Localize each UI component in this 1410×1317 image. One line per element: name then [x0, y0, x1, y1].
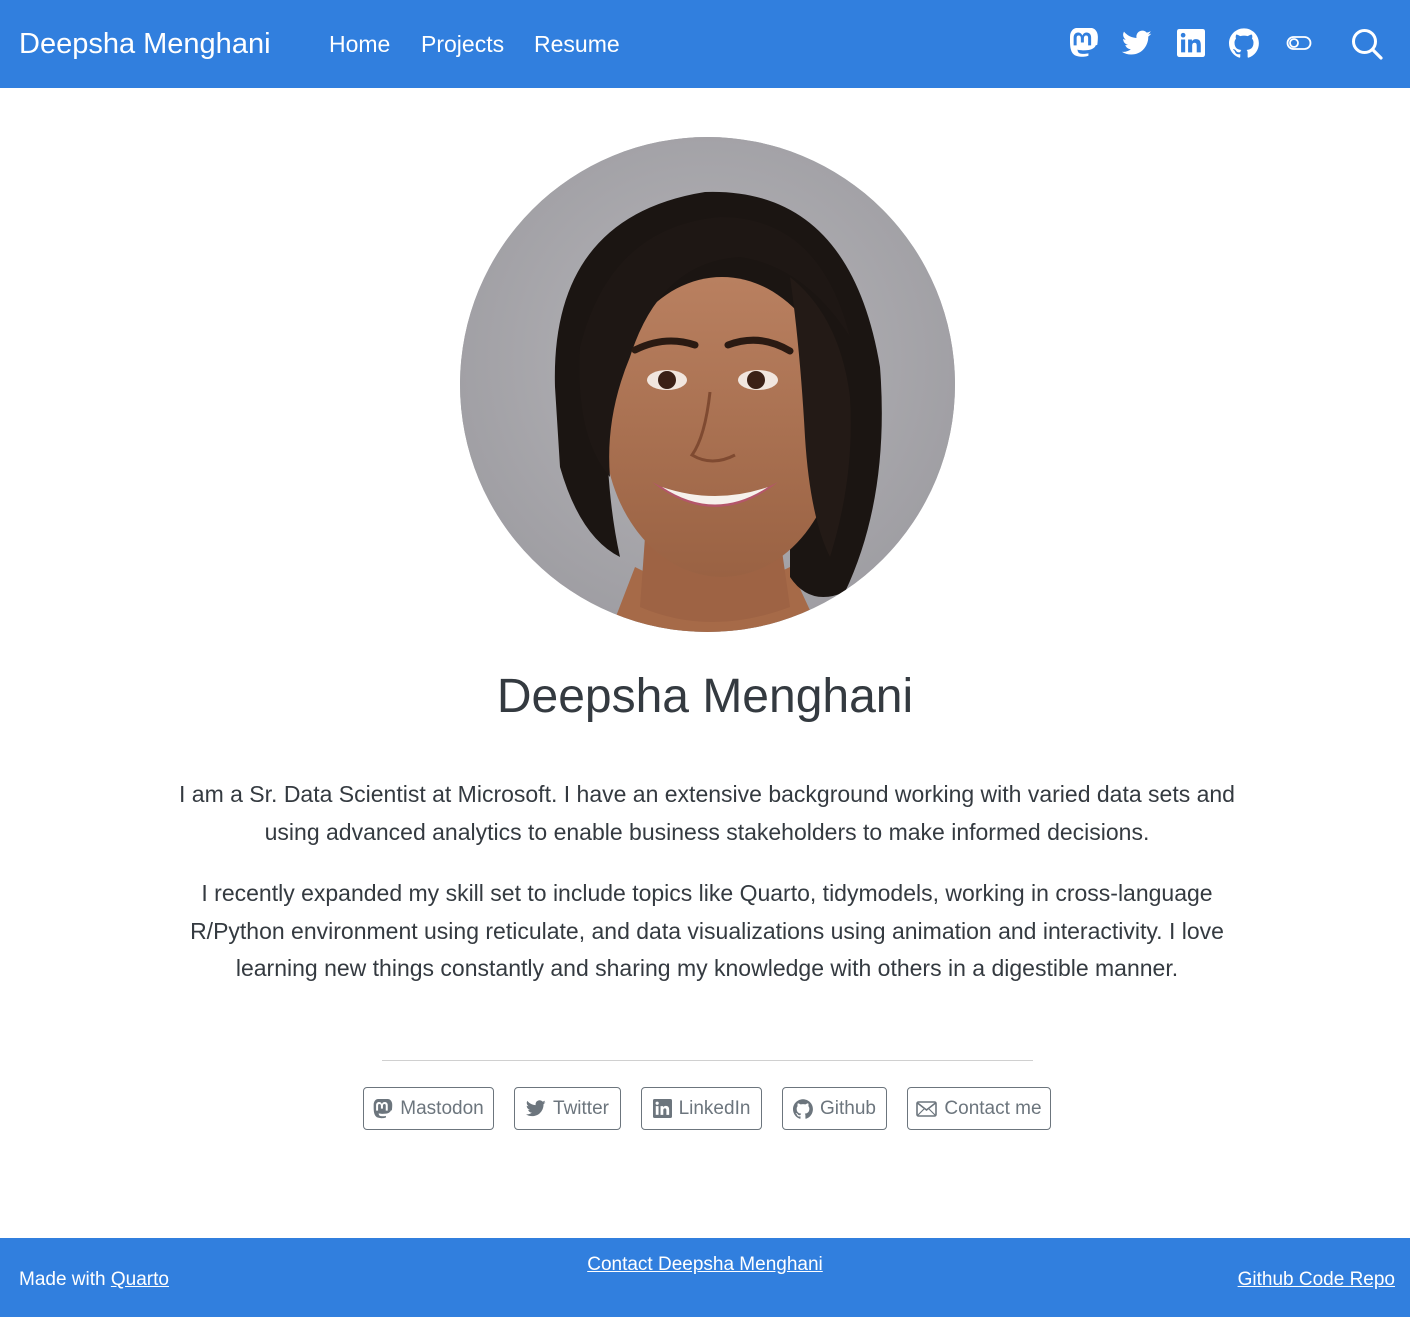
mastodon-icon[interactable] [1068, 26, 1100, 60]
linkedin-button-label: LinkedIn [678, 1097, 751, 1119]
mastodon-button[interactable]: Mastodon [363, 1087, 494, 1130]
contact-me-button[interactable]: Contact me [907, 1087, 1051, 1130]
envelope-icon [916, 1100, 938, 1117]
contact-me-button-label: Contact me [944, 1097, 1042, 1119]
github-button-label: Github [820, 1097, 876, 1119]
github-repo-link[interactable]: Github Code Repo [1238, 1269, 1395, 1290]
contact-link[interactable]: Contact Deepsha Menghani [587, 1254, 823, 1275]
bio-paragraph-1: I am a Sr. Data Scientist at Microsoft. … [179, 781, 1235, 845]
linkedin-icon [652, 1099, 672, 1118]
footer: Made with Quarto Contact Deepsha Menghan… [0, 1238, 1410, 1317]
github-icon[interactable] [1228, 26, 1260, 60]
search-icon[interactable] [1349, 25, 1385, 63]
github-icon [793, 1098, 813, 1119]
linkedin-button[interactable]: LinkedIn [641, 1087, 762, 1130]
toggle-icon[interactable] [1283, 26, 1315, 60]
nav-link-resume[interactable]: Resume [534, 29, 620, 59]
footer-repo: Github Code Repo [1238, 1268, 1395, 1292]
twitter-button[interactable]: Twitter [514, 1087, 621, 1130]
nav-link-projects[interactable]: Projects [421, 29, 504, 59]
linkedin-icon[interactable] [1175, 26, 1207, 60]
profile-photo [460, 137, 955, 632]
twitter-icon [526, 1100, 546, 1117]
navbar: Deepsha Menghani Home Projects Resume [0, 0, 1410, 88]
nav-link-home[interactable]: Home [329, 29, 390, 59]
twitter-icon[interactable] [1121, 26, 1153, 60]
bio-paragraph-2: I recently expanded my skill set to incl… [190, 880, 1224, 981]
section-divider [382, 1060, 1033, 1061]
mastodon-icon [373, 1098, 393, 1119]
twitter-button-label: Twitter [553, 1097, 609, 1119]
site-brand[interactable]: Deepsha Menghani [19, 26, 271, 62]
mastodon-button-label: Mastodon [400, 1097, 484, 1119]
github-button[interactable]: Github [782, 1087, 887, 1130]
profile-name: Deepsha Menghani [496, 670, 914, 723]
footer-contact: Contact Deepsha Menghani [0, 1253, 1410, 1277]
